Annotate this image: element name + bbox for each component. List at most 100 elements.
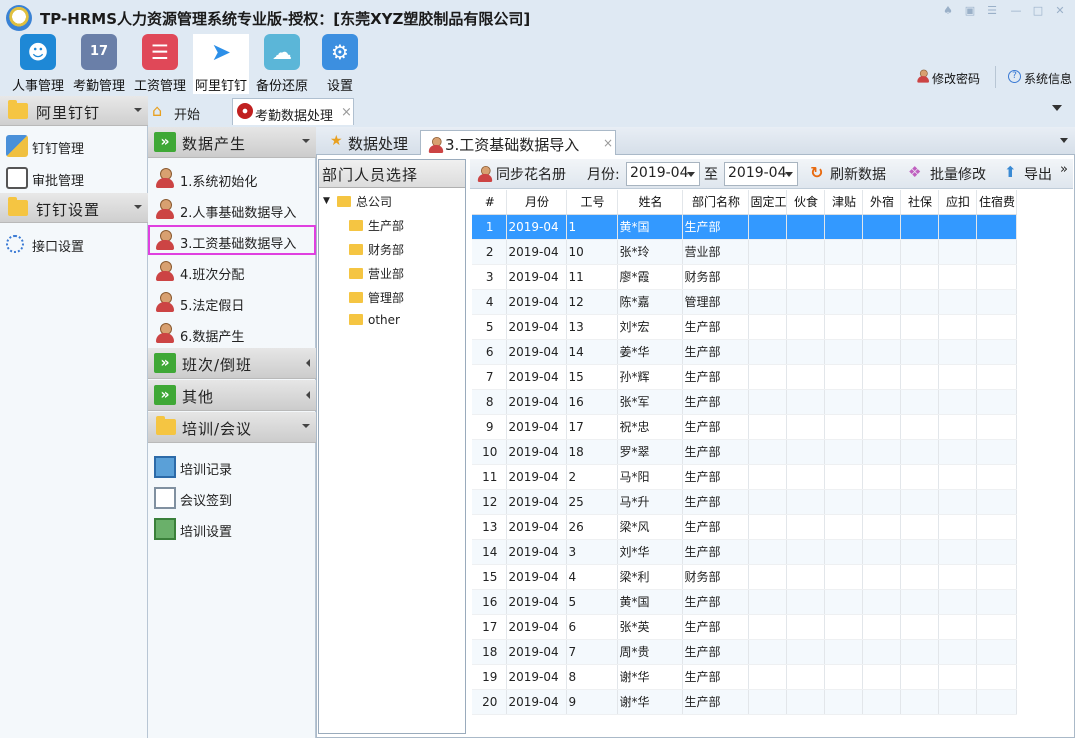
table-cell[interactable]: 1 xyxy=(472,214,507,240)
table-cell[interactable]: 刘*华 xyxy=(617,539,683,565)
table-cell[interactable] xyxy=(786,564,825,590)
table-cell[interactable]: 5 xyxy=(472,314,507,340)
tab-data-processing[interactable]: ★ 数据处理 xyxy=(324,130,420,155)
tab-attendance-processing[interactable]: 考勤数据处理 × xyxy=(232,98,354,125)
table-cell[interactable] xyxy=(862,289,901,315)
table-cell[interactable] xyxy=(900,339,939,365)
table-row[interactable]: 15 2019-04 4 梁*利 财务部 xyxy=(472,564,1017,590)
table-cell[interactable]: 2019-04 xyxy=(506,514,567,540)
column-header[interactable]: # xyxy=(472,190,507,215)
column-header[interactable]: 应扣 xyxy=(938,190,977,215)
table-cell[interactable]: 26 xyxy=(566,514,618,540)
tree-node-production[interactable]: 生产部 xyxy=(349,217,404,234)
table-cell[interactable]: 2019-04 xyxy=(506,364,567,390)
table-cell[interactable]: 2019-04 xyxy=(506,564,567,590)
table-cell[interactable]: 8 xyxy=(566,664,618,690)
group-dingtalk[interactable]: 阿里钉钉 xyxy=(0,96,148,126)
table-cell[interactable]: 2019-04 xyxy=(506,389,567,415)
table-cell[interactable] xyxy=(976,539,1017,565)
table-cell[interactable]: 生产部 xyxy=(682,364,749,390)
table-cell[interactable] xyxy=(862,639,901,665)
tree-node-finance[interactable]: 财务部 xyxy=(349,241,404,258)
table-cell[interactable] xyxy=(862,364,901,390)
table-cell[interactable] xyxy=(900,689,939,715)
table-cell[interactable] xyxy=(938,314,977,340)
nav-item-interface-settings[interactable]: 接口设置 xyxy=(0,229,148,257)
table-cell[interactable] xyxy=(976,589,1017,615)
column-header[interactable]: 伙食 xyxy=(786,190,825,215)
table-cell[interactable] xyxy=(862,239,901,265)
table-cell[interactable] xyxy=(976,664,1017,690)
table-cell[interactable]: 10 xyxy=(472,439,507,465)
table-cell[interactable] xyxy=(938,389,977,415)
table-cell[interactable]: 8 xyxy=(472,389,507,415)
table-cell[interactable] xyxy=(786,339,825,365)
table-cell[interactable] xyxy=(786,464,825,490)
table-cell[interactable]: 周*贵 xyxy=(617,639,683,665)
nav-item-holidays[interactable]: 5.法定假日 xyxy=(148,287,316,317)
table-cell[interactable] xyxy=(824,389,863,415)
table-cell[interactable] xyxy=(786,614,825,640)
tab-start[interactable]: ⌂ 开始 xyxy=(152,98,232,125)
table-cell[interactable] xyxy=(938,364,977,390)
column-header[interactable]: 社保 xyxy=(900,190,939,215)
table-cell[interactable] xyxy=(862,589,901,615)
tab-payroll-import[interactable]: 3.工资基础数据导入 × xyxy=(420,130,616,155)
table-cell[interactable] xyxy=(748,614,787,640)
table-cell[interactable]: 梁*利 xyxy=(617,564,683,590)
table-cell[interactable]: 13 xyxy=(566,314,618,340)
table-cell[interactable]: 生产部 xyxy=(682,339,749,365)
close-button[interactable]: ✕ xyxy=(1052,4,1068,18)
table-cell[interactable] xyxy=(824,514,863,540)
table-row[interactable]: 10 2019-04 18 罗*翠 生产部 xyxy=(472,439,1017,465)
table-row[interactable]: 12 2019-04 25 马*升 生产部 xyxy=(472,489,1017,515)
layout-icon[interactable]: ▣ xyxy=(962,4,978,18)
column-header[interactable]: 月份 xyxy=(506,190,567,215)
nav-item-payroll-import[interactable]: 3.工资基础数据导入 xyxy=(148,225,316,255)
table-cell[interactable]: 20 xyxy=(472,689,507,715)
table-cell[interactable] xyxy=(900,589,939,615)
table-cell[interactable]: 2019-04 xyxy=(506,439,567,465)
nav-item-dingtalk-manage[interactable]: 钉钉管理 xyxy=(0,131,148,159)
table-cell[interactable] xyxy=(938,664,977,690)
table-cell[interactable] xyxy=(786,664,825,690)
table-cell[interactable]: 生产部 xyxy=(682,414,749,440)
table-cell[interactable]: 2 xyxy=(472,239,507,265)
table-cell[interactable] xyxy=(824,564,863,590)
nav-item-meeting-signin[interactable]: 会议签到 xyxy=(148,482,316,512)
toolbar-dingtalk[interactable]: ➤ 阿里钉钉 xyxy=(193,34,249,94)
table-cell[interactable]: 4 xyxy=(472,289,507,315)
table-cell[interactable]: 2019-04 xyxy=(506,239,567,265)
table-cell[interactable] xyxy=(786,214,825,240)
table-cell[interactable] xyxy=(976,564,1017,590)
table-cell[interactable]: 11 xyxy=(566,264,618,290)
table-cell[interactable] xyxy=(862,539,901,565)
table-row[interactable]: 5 2019-04 13 刘*宏 生产部 xyxy=(472,314,1017,340)
table-cell[interactable] xyxy=(824,264,863,290)
table-cell[interactable] xyxy=(824,289,863,315)
table-cell[interactable]: 生产部 xyxy=(682,314,749,340)
group-shifts[interactable]: » 班次/倒班 xyxy=(148,348,316,379)
table-cell[interactable] xyxy=(862,489,901,515)
table-cell[interactable] xyxy=(900,264,939,290)
column-header[interactable]: 姓名 xyxy=(617,190,683,215)
table-row[interactable]: 18 2019-04 7 周*贵 生产部 xyxy=(472,639,1017,665)
table-cell[interactable] xyxy=(786,289,825,315)
table-cell[interactable] xyxy=(824,589,863,615)
table-cell[interactable] xyxy=(748,339,787,365)
table-cell[interactable]: 12 xyxy=(472,489,507,515)
table-cell[interactable] xyxy=(900,564,939,590)
table-cell[interactable]: 祝*忠 xyxy=(617,414,683,440)
tree-node-root[interactable]: 总公司 xyxy=(337,193,392,210)
table-cell[interactable]: 张*玲 xyxy=(617,239,683,265)
table-cell[interactable] xyxy=(976,464,1017,490)
table-cell[interactable] xyxy=(976,389,1017,415)
table-row[interactable]: 20 2019-04 9 谢*华 生产部 xyxy=(472,689,1017,715)
table-row[interactable]: 1 2019-04 1 黄*国 生产部 xyxy=(472,214,1017,240)
table-cell[interactable]: 3 xyxy=(472,264,507,290)
table-cell[interactable] xyxy=(938,214,977,240)
table-cell[interactable]: 15 xyxy=(472,564,507,590)
table-cell[interactable] xyxy=(824,314,863,340)
table-cell[interactable]: 2019-04 xyxy=(506,214,567,240)
table-cell[interactable]: 2 xyxy=(566,464,618,490)
